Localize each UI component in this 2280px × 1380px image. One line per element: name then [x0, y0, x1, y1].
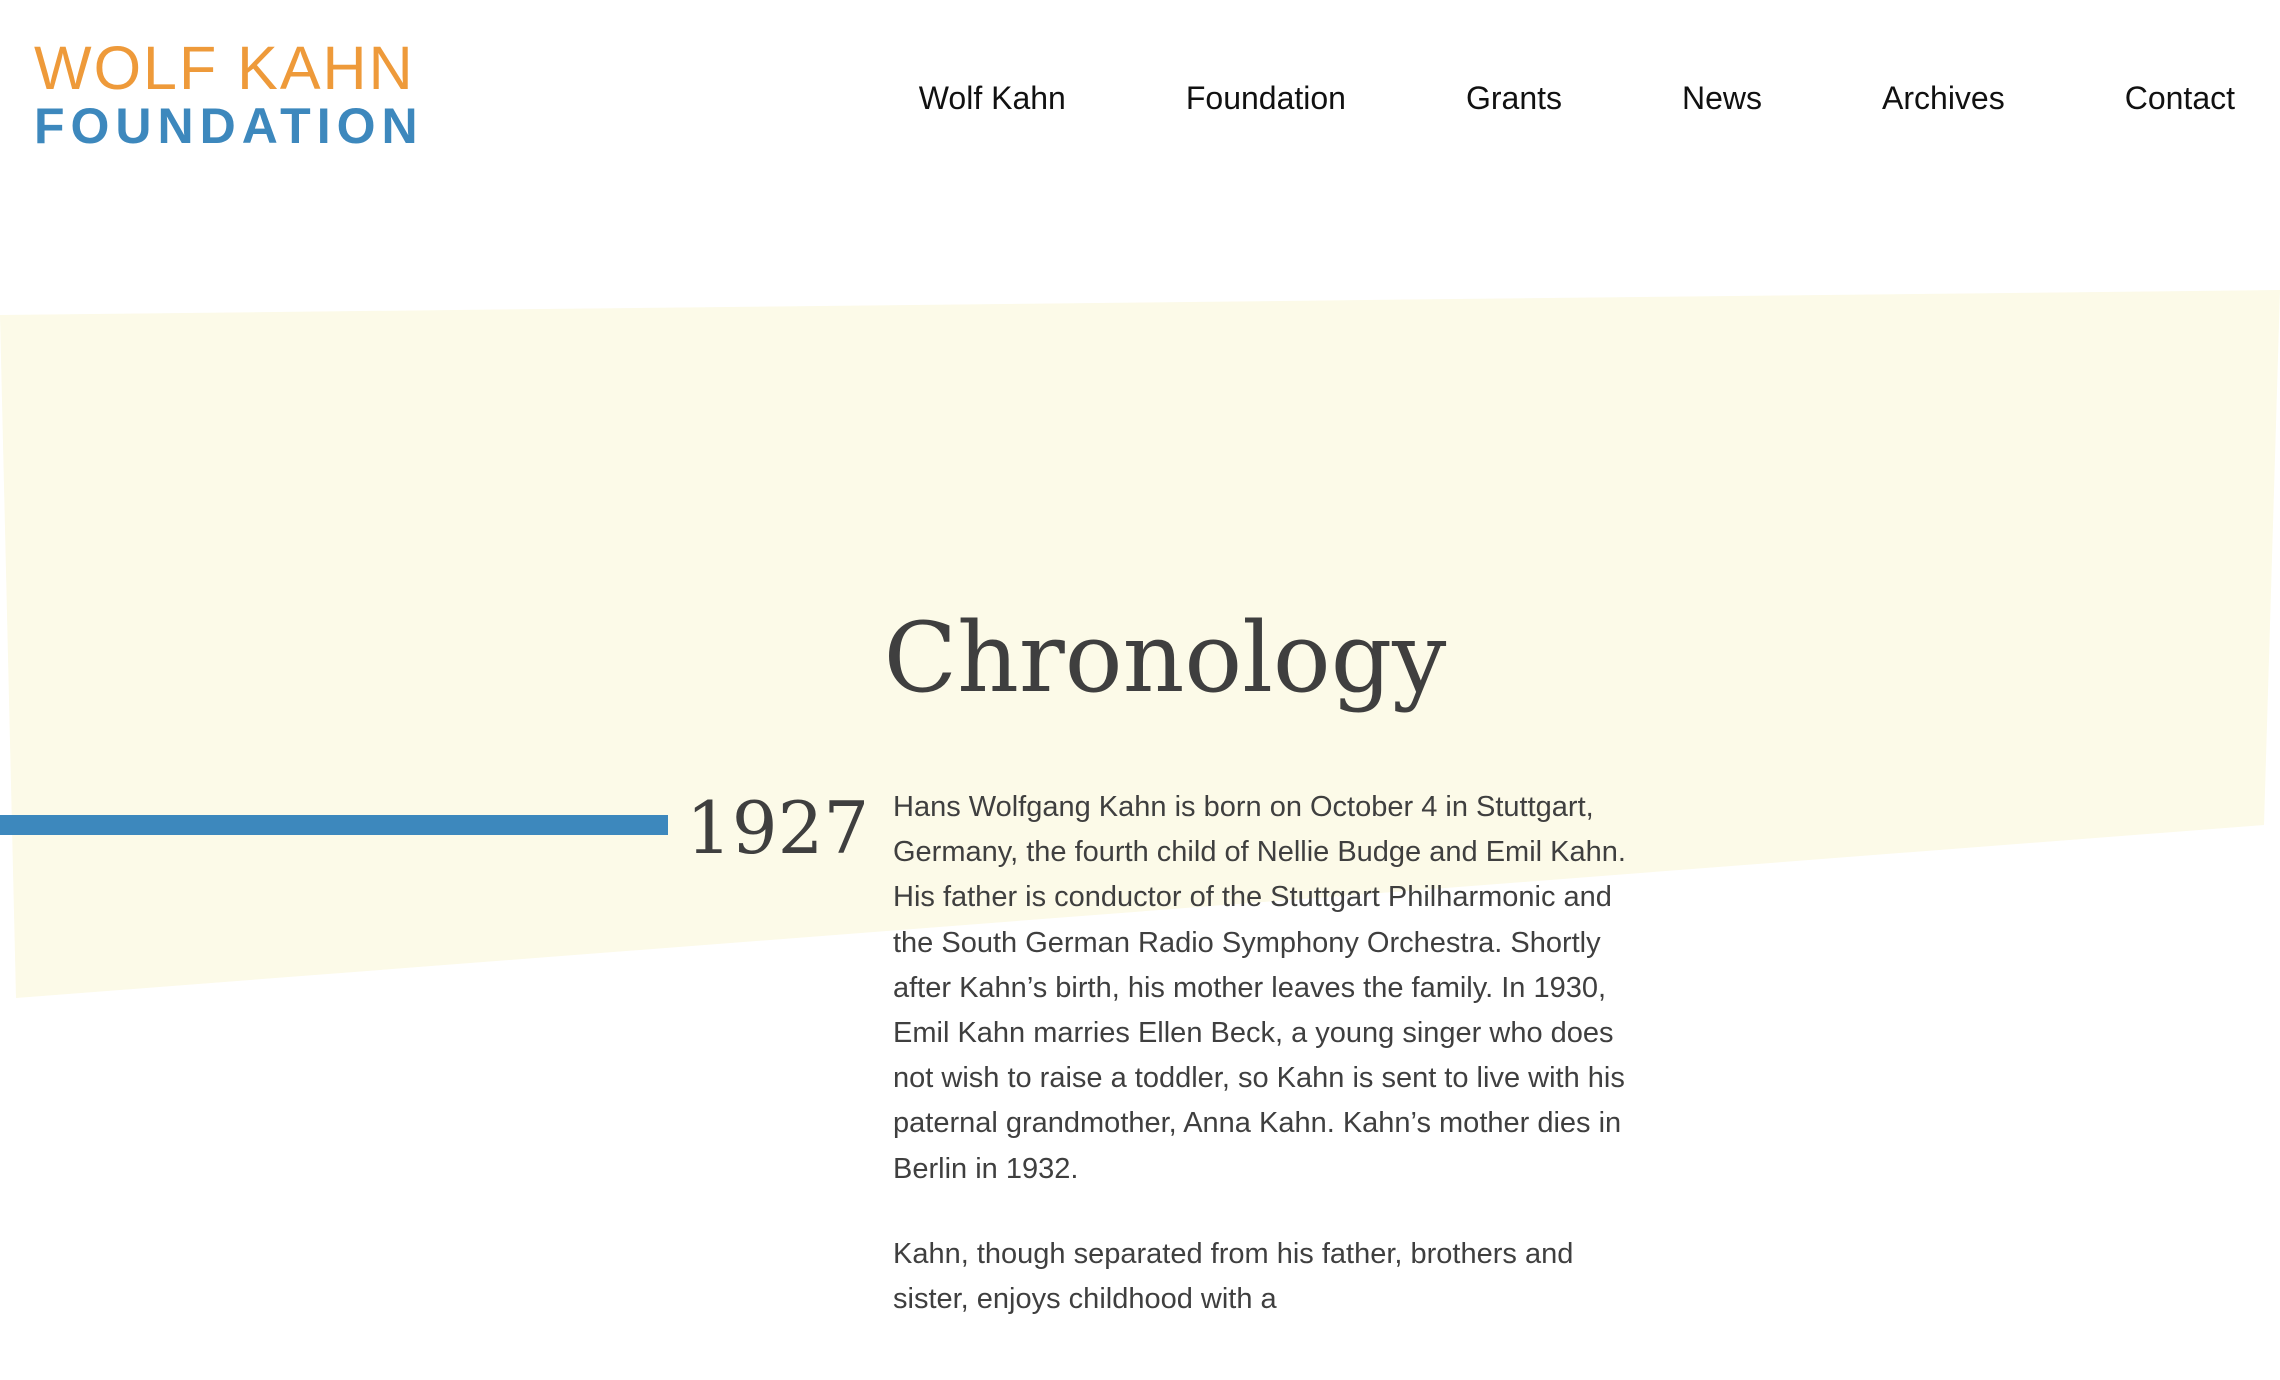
- logo-wordmark-bottom: FOUNDATION: [34, 98, 424, 154]
- timeline-year: 1927: [686, 786, 870, 870]
- site-logo[interactable]: WOLF KAHN FOUNDATION: [34, 34, 424, 154]
- main-navigation: Wolf Kahn Foundation Grants News Archive…: [919, 78, 2235, 118]
- timeline-bar: [0, 815, 668, 835]
- timeline-paragraph: Hans Wolfgang Kahn is born on October 4 …: [893, 791, 1626, 1185]
- timeline-paragraph: Kahn, though separated from his father, …: [893, 1237, 1574, 1316]
- nav-item-wolf-kahn[interactable]: Wolf Kahn: [919, 78, 1066, 118]
- nav-item-archives[interactable]: Archives: [1882, 78, 2005, 118]
- nav-item-news[interactable]: News: [1682, 78, 1762, 118]
- nav-item-foundation[interactable]: Foundation: [1186, 78, 1346, 118]
- logo-wordmark-top: WOLF KAHN: [34, 34, 415, 102]
- nav-item-grants[interactable]: Grants: [1466, 78, 1562, 118]
- nav-item-contact[interactable]: Contact: [2125, 78, 2235, 118]
- page-title: Chronology: [883, 602, 1447, 714]
- timeline-entry-text: Hans Wolfgang Kahn is born on October 4 …: [893, 785, 1633, 1362]
